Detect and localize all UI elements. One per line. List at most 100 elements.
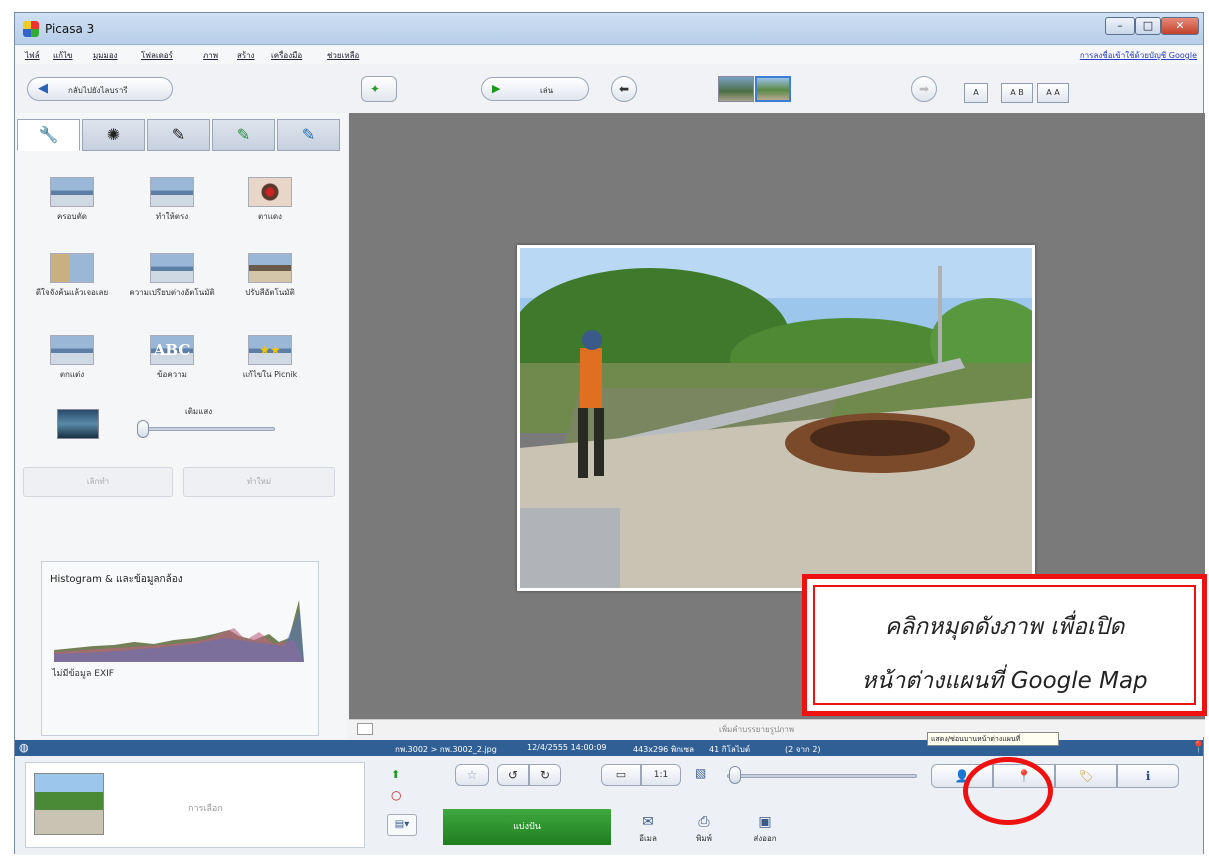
actual-size-button[interactable]: 1:1 <box>641 764 681 786</box>
play-label: เล่น <box>540 86 554 95</box>
tab-effects-3[interactable]: ✎ <box>277 119 340 151</box>
email-button[interactable]: ✉ อีเมล <box>633 814 663 845</box>
star-button[interactable]: ☆ <box>455 764 489 786</box>
fit-zoom-button[interactable]: ▭ <box>601 764 641 786</box>
magic-wand-icon: ✦ <box>370 82 381 96</box>
minimize-button[interactable]: – <box>1105 17 1135 35</box>
arrow-left-icon: ⬅ <box>618 82 630 96</box>
previous-photo-button[interactable]: ⬅ <box>611 76 637 102</box>
sun-icon: ✺ <box>106 125 121 144</box>
caption-mode-aa-button[interactable]: A A <box>1037 83 1069 103</box>
back-to-library-button[interactable]: ◀ กลับไปยังไลบรารี <box>27 77 173 101</box>
zoom-slider-handle[interactable] <box>729 766 741 784</box>
picnik-tool[interactable]: ★★ แก้ไขใน Picnik <box>225 335 315 380</box>
hold-pin-icon[interactable]: ⬆ <box>391 768 400 781</box>
filmstrip-thumbnail-2[interactable] <box>755 76 791 102</box>
auto-color-tool[interactable]: ปรับสีอัตโนมัติ <box>225 253 315 298</box>
clock-icon: ◍ <box>19 741 29 754</box>
menu-view[interactable]: มุมมอง <box>93 49 118 62</box>
arrow-left-icon: ◀ <box>38 81 48 96</box>
close-button[interactable]: ✕ <box>1161 17 1199 35</box>
selection-label: การเลือก <box>188 804 223 814</box>
feeling-lucky-thumbnail <box>50 253 94 283</box>
menu-file[interactable]: ไฟล์ <box>25 49 40 62</box>
folder-export-icon: ▣ <box>758 814 772 830</box>
text-label: ข้อความ <box>157 370 187 379</box>
auto-contrast-tool[interactable]: ความเปรียบต่างอัตโนมัติ <box>127 253 217 298</box>
menu-folder[interactable]: โฟลเดอร์ <box>141 49 173 62</box>
auto-color-label: ปรับสีอัตโนมัติ <box>245 288 295 297</box>
filmstrip-thumbnail-1[interactable] <box>718 76 754 102</box>
text-tool[interactable]: ABC ข้อความ <box>127 335 217 380</box>
map-pin-icon[interactable]: 📍 <box>1191 740 1206 754</box>
tab-basic-fixes[interactable]: 🔧 <box>17 119 80 151</box>
picasa-logo-icon <box>23 21 39 37</box>
stars-icon: ★★ <box>248 335 292 365</box>
star-icon: ☆ <box>466 768 478 782</box>
histogram-title: Histogram & และข้อมูลกล้อง <box>50 574 183 585</box>
eye-icon <box>248 177 292 207</box>
menu-tools[interactable]: เครื่องมือ <box>271 49 302 62</box>
google-signin-link[interactable]: การลงชื่อเข้าใช้ด้วยบัญชี Google <box>1080 49 1197 62</box>
caption-mode-ab-button[interactable]: A B <box>1001 83 1033 103</box>
photo-count: (2 จาก 2) <box>785 745 821 754</box>
auto-contrast-thumbnail <box>150 253 194 283</box>
callout-line-2: หน้าต่างแผนที่ Google Map <box>861 668 1148 694</box>
maximize-button[interactable]: □ <box>1135 17 1161 35</box>
feeling-lucky-label: ดีใจจังค้นแล้วเจอเลย <box>35 288 109 297</box>
main-photo[interactable] <box>517 245 1035 591</box>
histogram-chart <box>54 600 304 662</box>
caption-input[interactable]: เพิ่มคำบรรยายรูปภาพ <box>719 723 794 736</box>
menu-bar: ไฟล์ แก้ไข มุมมอง โฟลเดอร์ ภาพ สร้าง เคร… <box>15 46 1203 64</box>
slideshow-play-button[interactable]: ▶ เล่น <box>481 77 589 101</box>
undo-button[interactable]: เลิกทำ <box>23 467 173 497</box>
menu-picture[interactable]: ภาพ <box>203 49 218 62</box>
tab-effects-2[interactable]: ✎ <box>212 119 275 151</box>
straighten-thumbnail <box>150 177 194 207</box>
tags-pane-button[interactable]: 🏷 <box>1055 764 1117 788</box>
caption-toggle-icon[interactable] <box>357 723 373 735</box>
rotate-left-button[interactable]: ↺ <box>497 764 529 786</box>
caption-mode-a-button[interactable]: A <box>964 83 988 103</box>
fill-light-thumbnail <box>57 409 99 439</box>
fill-light-slider-handle[interactable] <box>137 420 149 438</box>
rotate-right-button[interactable]: ↻ <box>529 764 561 786</box>
histogram-panel: Histogram & และข้อมูลกล้อง ไม่มีข้อมูล E… <box>41 561 319 736</box>
callout-line-1: คลิกหมุดดังภาพ เพื่อเปิด <box>884 614 1125 640</box>
feeling-lucky-tool[interactable]: ดีใจจังค้นแล้วเจอเลย <box>27 253 117 298</box>
fit-icon: ▭ <box>615 768 627 781</box>
abc-text-icon: ABC <box>150 335 194 365</box>
redo-button[interactable]: ทำใหม่ <box>183 467 335 497</box>
window-title: Picasa 3 <box>45 22 95 36</box>
tab-effects-1[interactable]: ✎ <box>147 119 210 151</box>
redeye-tool[interactable]: ตาแดง <box>225 177 315 222</box>
tray-thumbnail[interactable] <box>34 773 104 835</box>
map-pin-edit-button[interactable]: ✦ <box>361 76 397 102</box>
fill-light-label: เติมแสง <box>185 407 213 416</box>
roadside-landslide-photo <box>520 248 1032 588</box>
info-icon: ℹ <box>1145 769 1151 783</box>
menu-edit[interactable]: แก้ไข <box>53 49 73 62</box>
menu-create[interactable]: สร้าง <box>237 49 255 62</box>
picasa-window: Picasa 3 – □ ✕ ไฟล์ แก้ไข มุมมอง โฟลเดอร… <box>14 12 1206 855</box>
zoom-slider[interactable] <box>727 774 917 778</box>
retouch-label: ตกแต่ง <box>59 370 85 379</box>
zoom-image-icon: ▧ <box>695 766 707 780</box>
fill-light-slider[interactable] <box>137 427 275 431</box>
next-photo-button[interactable]: ➡ <box>911 76 937 102</box>
print-button[interactable]: ⎙ พิมพ์ <box>689 814 719 845</box>
retouch-tool[interactable]: ตกแต่ง <box>27 335 117 380</box>
properties-pane-button[interactable]: ℹ <box>1117 764 1179 788</box>
export-button[interactable]: ▣ ส่งออก <box>745 814 785 845</box>
arrow-right-icon: ➡ <box>918 82 930 96</box>
tab-tuning[interactable]: ✺ <box>82 119 145 151</box>
photo-date: 12/4/2555 14:00:09 <box>527 743 607 752</box>
straighten-tool[interactable]: ทำให้ตรง <box>127 177 217 222</box>
share-button[interactable]: แบ่งปัน <box>443 809 611 845</box>
crop-tool[interactable]: ครอบตัด <box>27 177 117 222</box>
add-to-album-button[interactable]: ▤▾ <box>387 814 417 836</box>
exif-info: ไม่มีข้อมูล EXIF <box>52 669 114 679</box>
clear-selection-icon[interactable]: ○ <box>391 788 401 802</box>
menu-help[interactable]: ช่วยเหลือ <box>327 49 359 62</box>
photo-filesize: 41 กิโลไบต์ <box>709 745 751 754</box>
